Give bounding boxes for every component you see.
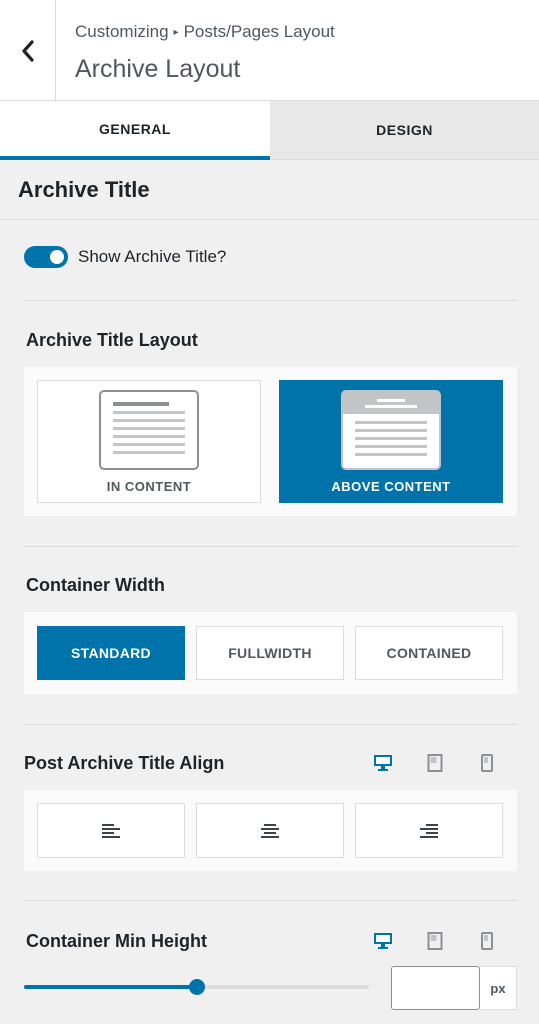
align-right-button[interactable] [355,803,503,858]
settings-tabs: GENERAL DESIGN [0,101,539,160]
breadcrumb-parent: Posts/Pages Layout [183,22,335,41]
min-height-device-switcher [372,930,498,952]
unit-label[interactable]: px [480,966,517,1010]
mobile-icon[interactable] [476,930,498,952]
tablet-icon[interactable] [424,930,446,952]
title-align-label: Post Archive Title Align [24,753,225,773]
align-right-icon [420,823,438,838]
divider [24,546,517,547]
in-content-layout-icon [99,390,199,470]
archive-title-layout-label: Archive Title Layout [26,330,198,350]
container-width-label: Container Width [26,575,165,595]
align-center-icon [261,823,279,838]
tablet-icon[interactable] [424,752,446,774]
min-height-input[interactable] [391,966,480,1010]
layout-option-label: IN CONTENT [106,479,192,494]
container-min-height-label: Container Min Height [26,931,207,951]
customizer-header: Customizing ▸ Posts/Pages Layout Archive L… [0,0,539,101]
breadcrumb-separator: ▸ [173,27,179,38]
section-heading: Archive Title [0,160,539,220]
desktop-icon[interactable] [372,752,394,774]
align-left-icon [102,823,120,838]
toggle-knob [50,250,64,264]
divider [24,900,517,901]
divider [24,300,517,301]
align-left-button[interactable] [37,803,185,858]
show-archive-title-row: Show Archive Title? [24,246,226,268]
min-height-slider[interactable] [24,979,369,995]
layout-option-in-content[interactable]: IN CONTENT [37,380,261,503]
tab-design[interactable]: DESIGN [270,101,539,160]
slider-thumb[interactable] [188,979,205,995]
chevron-left-icon [21,39,34,62]
show-archive-title-label: Show Archive Title? [78,247,227,266]
above-content-layout-icon [341,390,441,470]
container-width-fullwidth-button[interactable]: FULLWIDTH [196,626,344,680]
align-center-button[interactable] [196,803,344,858]
desktop-icon[interactable] [372,930,394,952]
back-button[interactable] [0,0,56,101]
title-align-device-switcher [372,752,498,774]
show-archive-title-toggle[interactable] [24,246,68,268]
page-title: Archive Layout [75,55,241,83]
container-width-contained-button[interactable]: CONTAINED [355,626,503,680]
container-width-standard-button[interactable]: STANDARD [37,626,185,680]
slider-fill [24,985,197,989]
breadcrumb: Customizing ▸ Posts/Pages Layout [75,22,335,42]
mobile-icon[interactable] [476,752,498,774]
layout-option-above-content[interactable]: ABOVE CONTENT [279,380,503,503]
tab-general[interactable]: GENERAL [0,101,270,160]
layout-option-label: ABOVE CONTENT [331,479,451,494]
divider [24,724,517,725]
breadcrumb-root: Customizing [75,22,169,41]
